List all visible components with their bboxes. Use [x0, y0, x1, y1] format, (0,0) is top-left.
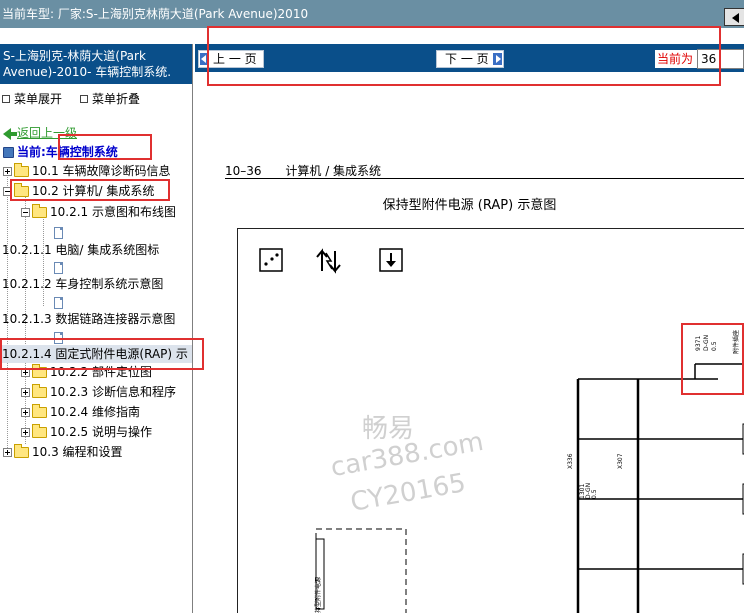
power-distribution-icon	[316, 248, 341, 274]
folder-icon	[32, 404, 47, 418]
tree-item-10-2-1-2[interactable]: 10.2.1.2 车身控制系统示意图	[2, 275, 163, 293]
expand-icon	[21, 408, 30, 417]
folder-icon	[32, 424, 47, 438]
expand-menu-label: 菜单展开	[14, 92, 63, 106]
expand-icon	[21, 428, 30, 437]
ground-down-icon	[379, 248, 403, 272]
tree-item-10-2-3[interactable]: 10.2.3 诊断信息和程序	[21, 383, 176, 401]
page-number: 10–36	[225, 164, 262, 178]
tree-item-10-2-5[interactable]: 10.2.5 说明与操作	[21, 423, 152, 441]
connector-x307-label: X307	[617, 453, 624, 469]
back-arrow-icon	[3, 127, 17, 140]
document-viewer: 上 一 页 下 一 页 当前为 10–36 计算机 / 集成系统 保持型附件电源…	[195, 44, 744, 613]
tree-doc-icon-3	[54, 293, 63, 311]
sidebar-header-line1: S-上海别克-林荫大道(Park	[3, 49, 146, 63]
document-icon	[54, 261, 63, 274]
schematic-diagram: 9371 D-GN 0.5 附件插座 右后 右前 1301 D-GN 0.5 X…	[259, 248, 744, 613]
expand-icon	[3, 167, 12, 176]
wire-label-gauge-2: 0.5	[591, 489, 598, 499]
sidebar-header: S-上海别克-林荫大道(Park Avenue)-2010- 车辆控制系统.	[0, 44, 192, 84]
tree-item-10-2-1-1[interactable]: 10.2.1.1 电脑/ 集成系统图标	[2, 241, 159, 259]
window-title: 当前车型: 厂家:S-上海别克林荫大道(Park Avenue)2010	[2, 7, 309, 21]
expand-icon	[3, 448, 12, 457]
square-icon	[80, 95, 88, 103]
highlight-box-current-system	[58, 134, 152, 160]
navigation-pane: S-上海别克-林荫大道(Park Avenue)-2010- 车辆控制系统. 菜…	[0, 44, 193, 613]
collapse-menu-button[interactable]: 菜单折叠	[80, 90, 140, 107]
tree-item-10-2-1-3[interactable]: 10.2.1.3 数据链路连接器示意图	[2, 310, 175, 328]
schematic-frame: 9371 D-GN 0.5 附件插座 右后 右前 1301 D-GN 0.5 X…	[237, 228, 744, 613]
connector-x336-label: X336	[567, 453, 574, 469]
highlight-box-schematic	[681, 323, 744, 395]
title-bar: 当前车型: 厂家:S-上海别克林荫大道(Park Avenue)2010	[0, 0, 744, 28]
expand-icon	[21, 388, 30, 397]
tree-item-10-2-4[interactable]: 10.2.4 维修指南	[21, 403, 140, 421]
tree-doc-icon-1	[54, 223, 63, 241]
connector-symbol-icon	[259, 248, 283, 272]
highlight-box-navbar	[207, 26, 721, 86]
arrow-left-icon	[732, 13, 739, 23]
expand-menu-button[interactable]: 菜单展开	[2, 90, 62, 107]
collapse-menu-label: 菜单折叠	[92, 92, 141, 106]
square-icon	[2, 95, 10, 103]
folder-icon	[32, 384, 47, 398]
diagram-title: 保持型附件电源 (RAP) 示意图	[382, 198, 557, 213]
computer-icon	[3, 147, 14, 158]
folder-icon	[14, 163, 29, 177]
folder-icon	[14, 444, 29, 458]
collapse-icon	[21, 208, 30, 217]
sidebar-header-line2: Avenue)-2010- 车辆控制系统.	[3, 65, 172, 79]
tree-item-10-2-1[interactable]: 10.2.1 示意图和布线图	[21, 203, 176, 221]
folder-open-icon	[32, 204, 47, 218]
section-title: 计算机 / 集成系统	[285, 164, 382, 178]
highlight-box-10-2-1-4	[0, 338, 204, 370]
tree-doc-icon-2	[54, 258, 63, 276]
tree-item-10-1[interactable]: 10.1 车辆故障诊断码信息	[3, 162, 171, 180]
tree-item-10-3[interactable]: 10.3 编程和设置	[3, 443, 123, 461]
rap-relay-label: 保持型附件电源	[314, 577, 322, 613]
document-icon	[54, 296, 63, 309]
page-header: 10–36 计算机 / 集成系统	[225, 162, 381, 179]
collapse-pane-button[interactable]	[724, 8, 744, 26]
document-icon	[54, 226, 63, 239]
highlight-box-10-2	[10, 179, 170, 201]
